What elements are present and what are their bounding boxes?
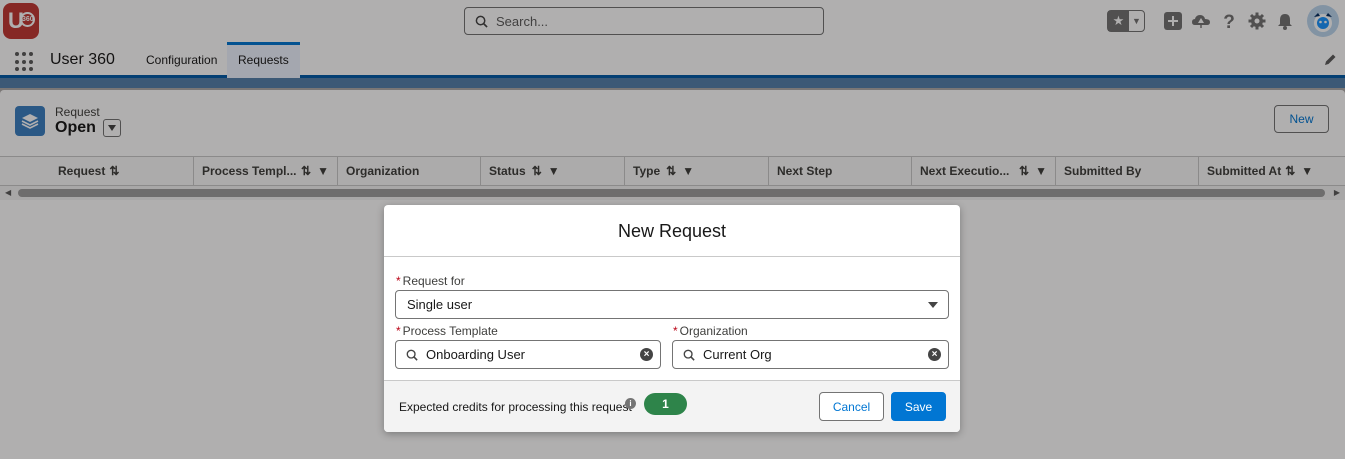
- organization-input[interactable]: [703, 347, 903, 362]
- request-for-select[interactable]: Single user: [395, 290, 949, 319]
- search-icon: [406, 349, 418, 361]
- request-for-label: * Request for: [396, 274, 465, 288]
- organization-lookup[interactable]: ×: [672, 340, 949, 369]
- required-asterisk: *: [396, 324, 401, 338]
- label-text: Organization: [679, 324, 748, 338]
- clear-selection-icon[interactable]: ×: [640, 348, 653, 361]
- new-request-modal: New Request * Request for Single user * Pr…: [384, 205, 960, 432]
- search-icon: [683, 349, 695, 361]
- dropdown-arrow-icon: [928, 302, 938, 308]
- process-template-input[interactable]: [426, 347, 626, 362]
- info-icon[interactable]: i: [625, 398, 636, 409]
- modal-body: * Request for Single user * Process Templa…: [384, 257, 960, 380]
- organization-label: * Organization: [673, 324, 748, 338]
- modal-title: New Request: [384, 205, 960, 257]
- process-template-lookup[interactable]: ×: [395, 340, 661, 369]
- required-asterisk: *: [673, 324, 678, 338]
- selected-value: Single user: [407, 297, 473, 312]
- modal-footer: Expected credits for processing this req…: [384, 380, 960, 432]
- label-text: Process Template: [402, 324, 498, 338]
- process-template-label: * Process Template: [396, 324, 498, 338]
- expected-credits-text: Expected credits for processing this req…: [399, 400, 632, 414]
- save-button[interactable]: Save: [891, 392, 946, 421]
- required-asterisk: *: [396, 274, 401, 288]
- cancel-button[interactable]: Cancel: [819, 392, 884, 421]
- label-text: Request for: [402, 274, 465, 288]
- credits-badge: 1: [644, 393, 687, 415]
- clear-selection-icon[interactable]: ×: [928, 348, 941, 361]
